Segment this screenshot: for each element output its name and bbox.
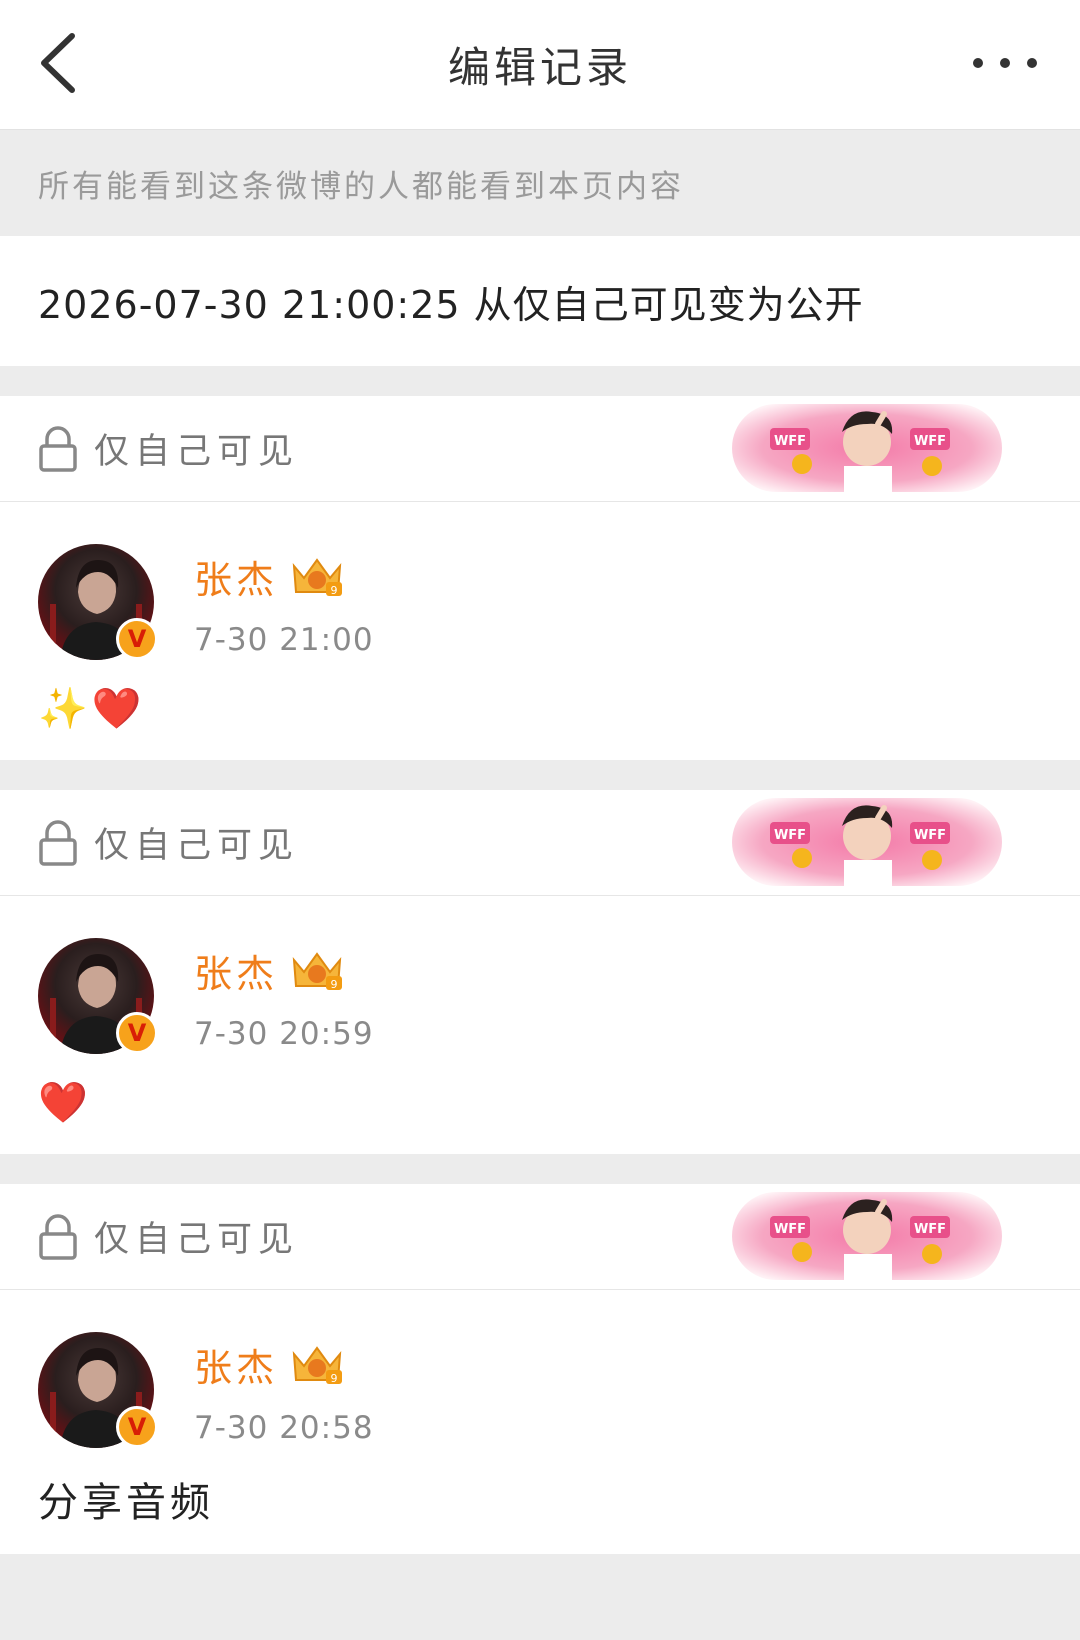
- more-options-icon[interactable]: [970, 48, 1040, 78]
- visibility-label: 仅自己可见: [94, 1220, 300, 1260]
- banner-label: WFF: [914, 434, 946, 449]
- decorative-banner: WFF WFF: [732, 1192, 1002, 1280]
- banner-label: WFF: [914, 828, 946, 843]
- visibility-row: 仅自己可见 WFF WFF: [0, 396, 1080, 502]
- visibility-label: 仅自己可见: [94, 826, 300, 866]
- banner-label: WFF: [774, 434, 806, 449]
- lock-icon: [39, 1213, 77, 1260]
- svg-text:9: 9: [331, 584, 338, 597]
- post-content: ❤️: [38, 1079, 92, 1126]
- username[interactable]: 张杰: [194, 549, 278, 604]
- verified-badge-icon: V: [116, 1406, 158, 1448]
- edit-record: 仅自己可见 WFF WFF: [0, 1184, 1080, 1554]
- avatar[interactable]: V: [38, 1332, 158, 1448]
- visibility-row: 仅自己可见 WFF WFF: [0, 790, 1080, 896]
- post-time: 7-30 21:00: [194, 622, 374, 658]
- edit-record: 仅自己可见 WFF WFF: [0, 396, 1080, 760]
- avatar[interactable]: V: [38, 544, 158, 660]
- lock-icon: [39, 425, 77, 472]
- lock-icon: [39, 819, 77, 866]
- post-time: 7-30 20:59: [194, 1016, 374, 1052]
- svg-text:9: 9: [331, 1372, 338, 1385]
- username[interactable]: 张杰: [194, 943, 278, 998]
- post-content: 分享音频: [38, 1480, 214, 1526]
- verified-badge-icon: V: [116, 1012, 158, 1054]
- avatar[interactable]: V: [38, 938, 158, 1054]
- page-title: 编辑记录: [447, 43, 632, 92]
- decorative-banner: WFF WFF: [732, 404, 1002, 492]
- crown-level-icon: 9: [292, 952, 343, 991]
- svg-text:9: 9: [331, 978, 338, 991]
- decorative-banner: WFF WFF: [732, 798, 1002, 886]
- section-divider: [0, 1154, 1080, 1184]
- section-divider: [0, 760, 1080, 790]
- visibility-label: 仅自己可见: [94, 432, 300, 472]
- visibility-row: 仅自己可见 WFF WFF: [0, 1184, 1080, 1290]
- post-card: V 张杰 9 7-30 21:00 ✨❤️: [0, 502, 1080, 760]
- section-divider: [0, 366, 1080, 396]
- edit-history-page: 编辑记录 所有能看到这条微博的人都能看到本页内容 2026-07-30 21:0…: [0, 0, 1080, 1640]
- post-content: ✨❤️: [38, 685, 146, 732]
- banner-label: WFF: [774, 1222, 806, 1237]
- edit-record: 仅自己可见 WFF WFF: [0, 790, 1080, 1154]
- post-card: V 张杰 9 7-30 20:59 ❤️: [0, 896, 1080, 1154]
- verified-badge-icon: V: [116, 618, 158, 660]
- crown-level-icon: 9: [292, 1346, 343, 1385]
- banner-label: WFF: [774, 828, 806, 843]
- banner-label: WFF: [914, 1222, 946, 1237]
- username[interactable]: 张杰: [194, 1337, 278, 1392]
- post-card: V 张杰 9 7-30 20:58 分享音频: [0, 1290, 1080, 1554]
- top-bar: 编辑记录: [0, 0, 1080, 130]
- change-log-entry: 2026-07-30 21:00:25 从仅自己可见变为公开: [0, 236, 1080, 366]
- visibility-notice: 所有能看到这条微博的人都能看到本页内容: [0, 130, 1080, 236]
- crown-level-icon: 9: [292, 558, 343, 597]
- post-time: 7-30 20:58: [194, 1410, 374, 1446]
